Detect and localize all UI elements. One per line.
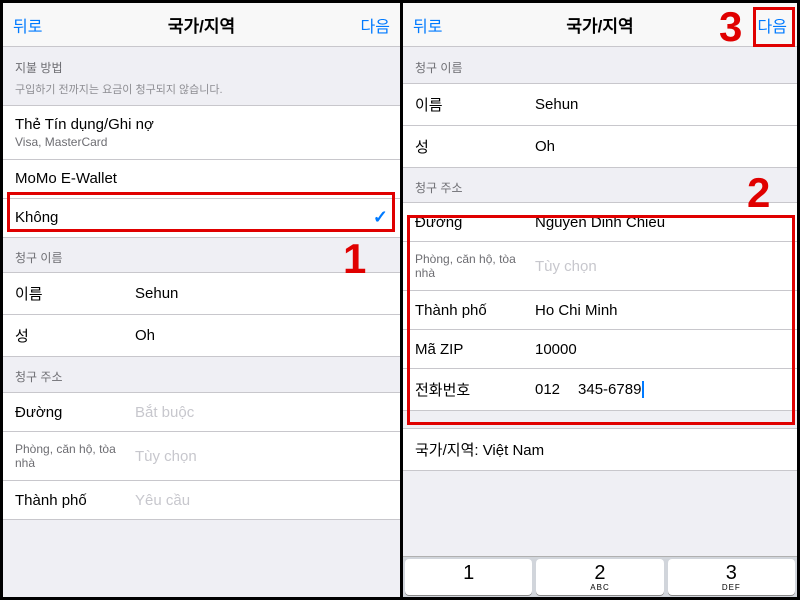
zip-label: Mã ZIP xyxy=(415,341,535,358)
navbar: 뒤로 국가/지역 다음 xyxy=(403,3,797,47)
payment-method-header: 지불 방법 xyxy=(3,47,400,83)
city-row[interactable]: Thành phố Yêu cầu xyxy=(3,480,400,520)
last-name-value: Oh xyxy=(535,138,785,155)
payment-option-sub: Visa, MasterCard xyxy=(15,135,107,149)
apt-placeholder: Tùy chọn xyxy=(535,258,785,275)
apt-label: Phòng, căn hộ, tòa nhà xyxy=(415,252,535,280)
payment-option-label: Không xyxy=(15,209,58,226)
page-title: 국가/지역 xyxy=(168,12,235,37)
phone-country-code: 012 xyxy=(535,381,560,398)
zip-value: 10000 xyxy=(535,341,785,358)
street-label: Đường xyxy=(15,404,135,421)
next-button[interactable]: 다음 xyxy=(758,13,787,37)
phone-row[interactable]: 전화번호 012 345-6789 xyxy=(403,368,797,411)
key-number: 2 xyxy=(536,563,663,583)
city-placeholder: Yêu cầu xyxy=(135,492,388,509)
apt-label: Phòng, căn hộ, tòa nhà xyxy=(15,442,135,470)
payment-option-label: Thẻ Tín dụng/Ghi nợ xyxy=(15,116,154,133)
street-value: Nguyen Dinh Chieu xyxy=(535,214,785,231)
billing-name-header: 청구 이름 xyxy=(3,237,400,273)
apt-row[interactable]: Phòng, căn hộ, tòa nhà Tùy chọn xyxy=(3,431,400,481)
street-placeholder: Bắt buộc xyxy=(135,404,388,421)
street-row[interactable]: Đường Nguyen Dinh Chieu xyxy=(403,202,797,242)
key-2[interactable]: 2 ABC xyxy=(536,559,663,595)
city-row[interactable]: Thành phố Ho Chi Minh xyxy=(403,290,797,330)
key-number: 1 xyxy=(405,563,532,583)
last-name-value: Oh xyxy=(135,327,388,344)
payment-option-none[interactable]: Không ✓ xyxy=(3,198,400,238)
billing-name-header: 청구 이름 xyxy=(403,47,797,83)
payment-option-label: MoMo E-Wallet xyxy=(15,170,117,187)
first-name-row[interactable]: 이름 Sehun xyxy=(3,272,400,315)
numeric-keyboard: 1 2 ABC 3 DEF xyxy=(403,556,797,597)
first-name-value: Sehun xyxy=(135,285,388,302)
billing-address-header: 청구 주소 xyxy=(3,356,400,392)
back-button[interactable]: 뒤로 xyxy=(13,13,42,37)
last-name-label: 성 xyxy=(415,136,535,157)
checkmark-icon: ✓ xyxy=(373,207,388,228)
navbar: 뒤로 국가/지역 다음 xyxy=(3,3,400,47)
screen-left: 뒤로 국가/지역 다음 지불 방법 구입하기 전까지는 요금이 청구되지 않습니… xyxy=(3,3,400,597)
apt-row[interactable]: Phòng, căn hộ, tòa nhà Tùy chọn xyxy=(403,241,797,291)
last-name-label: 성 xyxy=(15,325,135,346)
phone-number-value: 345-6789 xyxy=(578,381,644,398)
payment-method-sub: 구입하기 전까지는 요금이 청구되지 않습니다. xyxy=(3,83,400,105)
page-title: 국가/지역 xyxy=(566,12,633,37)
zip-row[interactable]: Mã ZIP 10000 xyxy=(403,329,797,369)
key-letters: DEF xyxy=(668,583,795,593)
apt-placeholder: Tùy chọn xyxy=(135,448,388,465)
payment-option-card[interactable]: Thẻ Tín dụng/Ghi nợ Visa, MasterCard xyxy=(3,105,400,160)
next-button[interactable]: 다음 xyxy=(361,13,390,37)
billing-address-header: 청구 주소 xyxy=(403,167,797,203)
back-button[interactable]: 뒤로 xyxy=(413,13,442,37)
city-label: Thành phố xyxy=(415,302,535,319)
country-region-value: 국가/지역: Việt Nam xyxy=(415,439,544,460)
last-name-row[interactable]: 성 Oh xyxy=(403,125,797,168)
city-value: Ho Chi Minh xyxy=(535,302,785,319)
street-label: Đường xyxy=(415,214,535,231)
first-name-row[interactable]: 이름 Sehun xyxy=(403,83,797,126)
street-row[interactable]: Đường Bắt buộc xyxy=(3,392,400,432)
key-number: 3 xyxy=(668,563,795,583)
screen-right: 뒤로 국가/지역 다음 청구 이름 이름 Sehun 성 Oh 청구 주소 Đư… xyxy=(400,3,797,597)
payment-option-momo[interactable]: MoMo E-Wallet xyxy=(3,159,400,199)
first-name-value: Sehun xyxy=(535,96,785,113)
first-name-label: 이름 xyxy=(15,283,135,304)
key-letters: ABC xyxy=(536,583,663,593)
phone-label: 전화번호 xyxy=(415,379,535,400)
first-name-label: 이름 xyxy=(415,94,535,115)
key-3[interactable]: 3 DEF xyxy=(668,559,795,595)
country-region-row[interactable]: 국가/지역: Việt Nam xyxy=(403,428,797,471)
last-name-row[interactable]: 성 Oh xyxy=(3,314,400,357)
key-letters xyxy=(405,583,532,593)
city-label: Thành phố xyxy=(15,492,135,509)
key-1[interactable]: 1 xyxy=(405,559,532,595)
